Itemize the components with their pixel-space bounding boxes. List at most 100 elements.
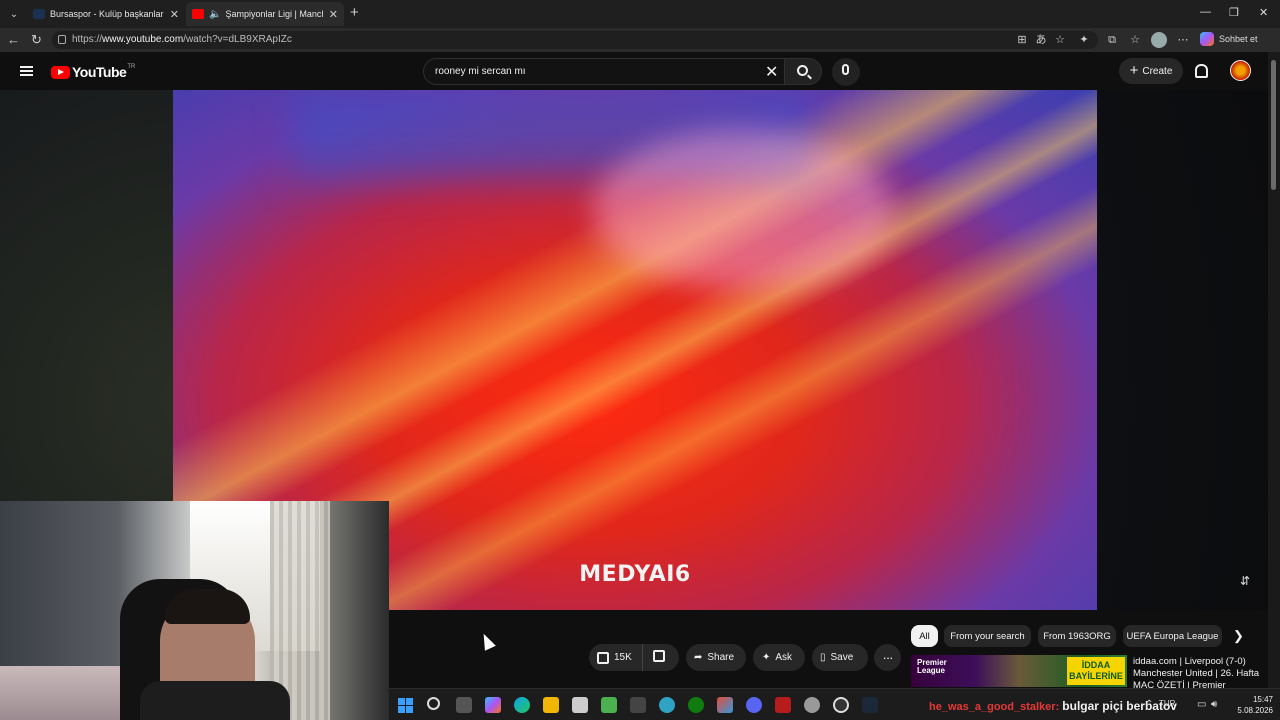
volume-icon[interactable]: 🔊︎ xyxy=(1211,699,1217,710)
like-button[interactable]: 15K xyxy=(589,644,643,671)
video-editor-icon[interactable] xyxy=(775,697,791,713)
obs-icon[interactable] xyxy=(833,697,849,713)
youtube-logo[interactable]: YouTube TR xyxy=(51,64,135,80)
clock-date: 5.08.2026 xyxy=(1237,706,1273,715)
chat-username: he_was_a_good_stalker: xyxy=(929,701,1060,713)
transfermarkt-favicon-icon xyxy=(33,9,45,19)
profile-avatar[interactable] xyxy=(1151,32,1167,48)
minecraft-icon[interactable] xyxy=(601,697,617,713)
stream-chat-message: he_was_a_good_stalker: bulgar piçi berba… xyxy=(929,699,1177,713)
chip-uefa-europa-league[interactable]: UEFA Europa League xyxy=(1123,625,1222,647)
windows-start-icon[interactable] xyxy=(398,698,413,713)
recommended-video-thumbnail[interactable]: Premier League İDDAA BAYİLERİNE xyxy=(911,655,1127,687)
webcam-person-hair xyxy=(165,589,250,624)
favorites-icon[interactable]: ☆ xyxy=(1128,33,1142,47)
webcam-person-shirt xyxy=(140,681,290,720)
refresh-icon[interactable]: ↻ xyxy=(31,32,42,48)
browser-tab-youtube[interactable]: 🔈 Şampiyonlar Ligi | Manchester United ✕ xyxy=(186,2,344,26)
close-tab-icon[interactable]: ✕ xyxy=(329,8,338,21)
language-indicator[interactable]: TUR xyxy=(1159,699,1175,708)
translate-icon[interactable]: あ xyxy=(1034,33,1048,47)
notifications-bell-icon[interactable] xyxy=(1195,64,1208,78)
clear-search-icon[interactable]: ✕ xyxy=(765,62,778,82)
plus-icon: + xyxy=(1129,62,1139,79)
app-shield-icon[interactable] xyxy=(804,697,820,713)
file-explorer-icon[interactable] xyxy=(543,697,559,713)
create-button[interactable]: + Create xyxy=(1119,58,1183,84)
webcam-overlay xyxy=(0,501,389,720)
copilot-button[interactable]: Sohbet et xyxy=(1200,32,1258,46)
back-icon[interactable]: ← xyxy=(7,32,20,47)
channel-avatar[interactable] xyxy=(1230,60,1251,81)
share-label: Share xyxy=(707,652,735,663)
copilot-taskbar-icon[interactable] xyxy=(485,697,501,713)
logo-wordmark: YouTube xyxy=(72,64,127,80)
search-input[interactable]: rooney mi sercan mı ✕ xyxy=(423,58,786,85)
webcam-bed xyxy=(0,666,140,720)
more-actions-button[interactable]: ··· xyxy=(874,644,901,671)
audio-playing-icon[interactable]: 🔈 xyxy=(209,9,221,20)
more-dots-icon: ··· xyxy=(882,650,894,665)
mouse-cursor-icon xyxy=(478,631,496,651)
search-icon[interactable] xyxy=(427,697,440,710)
chip-from-your-search[interactable]: From your search xyxy=(944,625,1031,647)
sparkle-icon: ✦ xyxy=(762,652,771,663)
tray-chevron-icon[interactable]: ⌃ xyxy=(1145,699,1153,710)
ask-button[interactable]: ✦ Ask xyxy=(753,644,805,671)
browser-tab-bursaspor[interactable]: Bursaspor - Kulüp başkanları | Transferm… xyxy=(27,2,185,26)
browser-tab-strip: ⌄ Bursaspor - Kulüp başkanları | Transfe… xyxy=(0,0,1280,28)
like-count: 15K xyxy=(614,652,632,663)
network-icon[interactable]: ▭ xyxy=(1197,699,1206,710)
ask-label: Ask xyxy=(775,652,793,663)
search-icon xyxy=(797,65,808,76)
menu-hamburger-icon[interactable] xyxy=(20,66,33,76)
task-view-icon[interactable] xyxy=(456,697,472,713)
youtube-favicon-icon xyxy=(192,9,204,19)
copilot-label: Sohbet et xyxy=(1219,34,1258,44)
address-bar[interactable]: https://www.youtube.com/watch?v=dLB9XRAp… xyxy=(52,31,1098,49)
voice-search-button[interactable] xyxy=(832,58,860,86)
url-text: https://www.youtube.com/watch?v=dLB9XRAp… xyxy=(72,34,292,45)
more-options-icon[interactable]: ⋯ xyxy=(1176,33,1190,47)
xbox-icon[interactable] xyxy=(688,697,704,713)
restore-icon[interactable]: ❐ xyxy=(1229,6,1239,19)
share-button[interactable]: ➦ Share xyxy=(686,644,746,671)
tab-title: Bursaspor - Kulüp başkanları | Transferm… xyxy=(50,9,164,19)
extensions-icon[interactable]: ✦ xyxy=(1077,33,1091,47)
system-clock[interactable]: 15:47 5.08.2026 xyxy=(1233,694,1273,716)
chip-all[interactable]: All xyxy=(911,625,938,647)
scrollbar-thumb[interactable] xyxy=(1271,60,1276,190)
recommended-video-title[interactable]: iddaa.com | Liverpool (7-0) Manchester U… xyxy=(1133,656,1263,688)
close-window-icon[interactable]: ✕ xyxy=(1259,6,1268,19)
dislike-button[interactable] xyxy=(643,650,665,665)
like-dislike-group: 15K xyxy=(589,644,679,671)
close-tab-icon[interactable]: ✕ xyxy=(170,8,179,21)
tab-list-button[interactable]: ⌄ xyxy=(4,4,24,24)
save-button[interactable]: ▯ Save xyxy=(812,644,868,671)
windows-taskbar: he_was_a_good_stalker: bulgar piçi berba… xyxy=(389,688,1280,720)
premier-league-logo: Premier League xyxy=(917,658,947,675)
capcut-icon[interactable] xyxy=(630,697,646,713)
browser-alt-icon[interactable] xyxy=(659,697,675,713)
chevron-right-icon[interactable]: ❯ xyxy=(1233,628,1244,644)
favorite-star-icon[interactable]: ☆ xyxy=(1053,33,1067,47)
page-scrollbar[interactable] xyxy=(1268,52,1280,690)
discord-icon[interactable] xyxy=(746,697,762,713)
youtube-play-icon xyxy=(51,65,70,79)
chip-from-channel[interactable]: From 1963ORG xyxy=(1038,625,1116,647)
search-button[interactable] xyxy=(784,58,822,85)
tab-title: Şampiyonlar Ligi | Manchester United xyxy=(225,9,322,19)
split-screen-icon[interactable]: ⧉ xyxy=(1105,33,1119,47)
minimize-icon[interactable]: — xyxy=(1200,6,1211,18)
country-code: TR xyxy=(127,64,136,70)
office-icon[interactable] xyxy=(717,697,733,713)
steam-icon[interactable] xyxy=(862,697,878,713)
fullscreen-toggle-icon[interactable]: ⇵ xyxy=(1240,574,1250,588)
microsoft-store-icon[interactable] xyxy=(572,697,588,713)
app-install-icon[interactable]: ⊞ xyxy=(1015,33,1029,47)
edge-browser-icon[interactable] xyxy=(514,697,530,713)
share-arrow-icon: ➦ xyxy=(694,652,703,663)
new-tab-button[interactable]: + xyxy=(350,4,359,21)
iddaa-banner: İDDAA BAYİLERİNE xyxy=(1067,657,1125,685)
thumbs-down-icon xyxy=(653,650,665,662)
